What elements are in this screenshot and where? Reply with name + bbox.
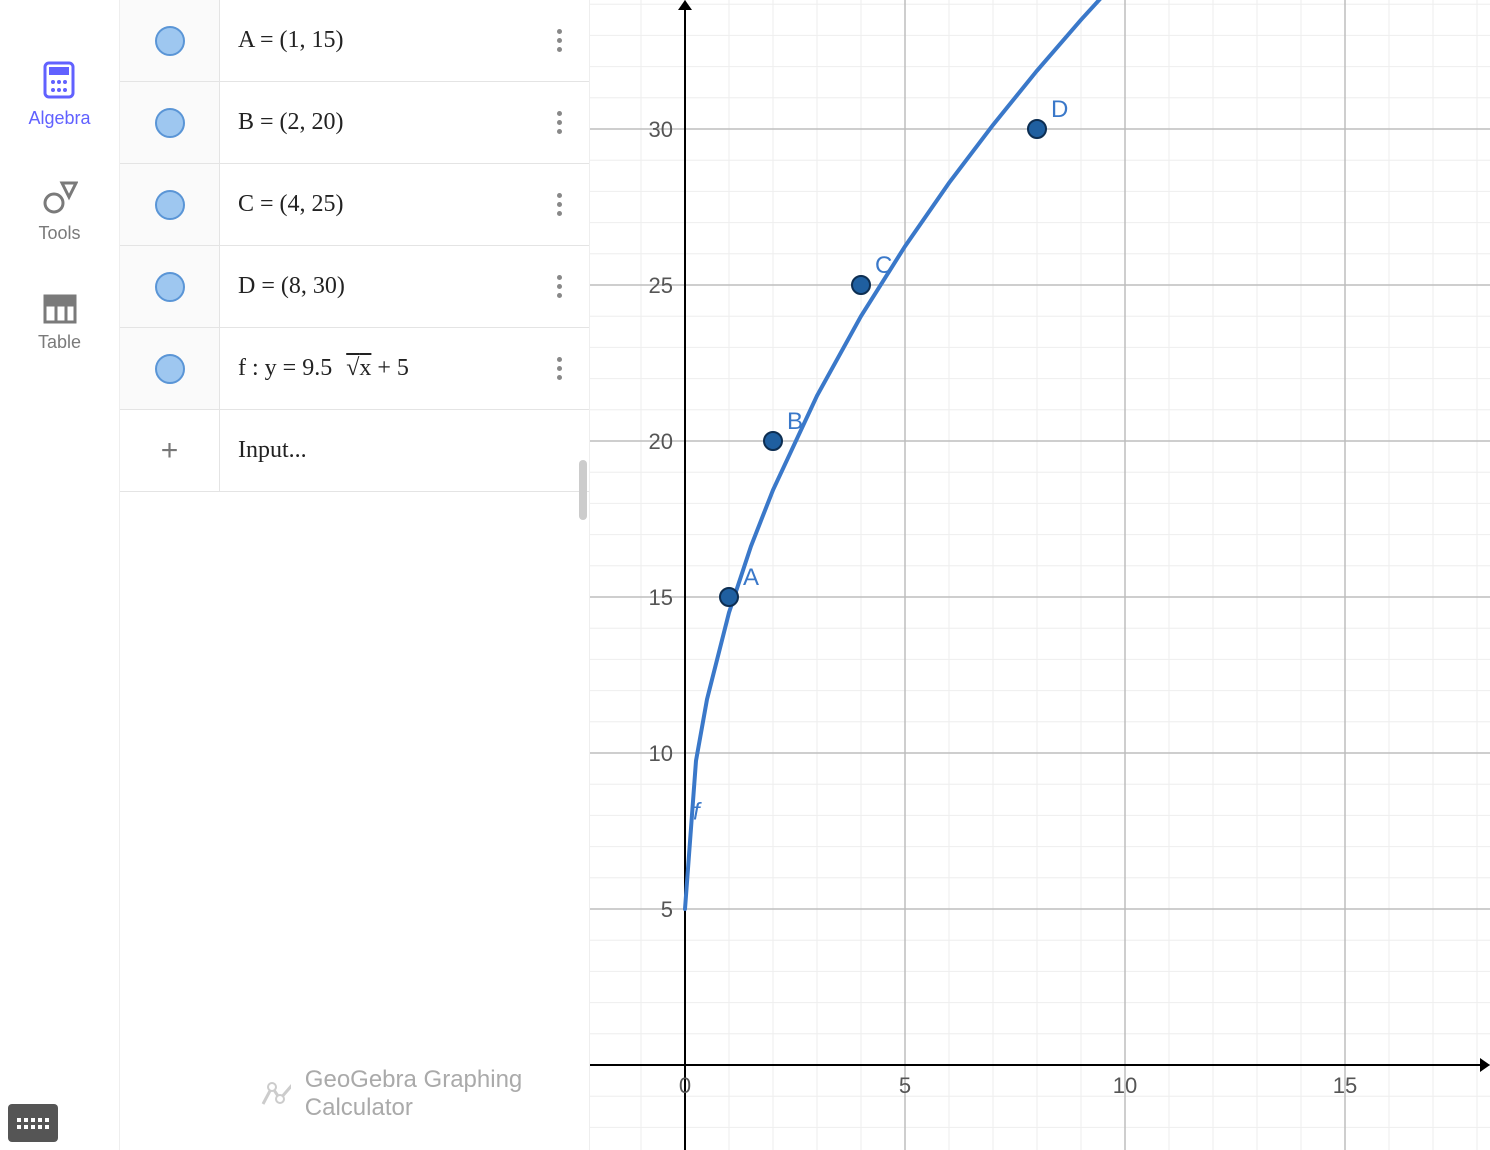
object-row-b[interactable]: B = (2, 20) [120,82,589,164]
tools-icon [42,179,78,215]
kebab-icon [557,275,562,298]
nav-table-label: Table [38,332,81,353]
row-label: A = (1, 15) [220,27,529,54]
func-sqrt: √x [338,355,371,381]
svg-text:5: 5 [661,897,673,922]
func-sqrt-arg: x [359,355,371,381]
svg-text:20: 20 [649,429,673,454]
row-label: D = (8, 30) [220,273,529,300]
nav-tools-label: Tools [38,223,80,244]
branding-icon [260,1079,291,1109]
svg-text:10: 10 [1113,1073,1137,1098]
kebab-icon [557,357,562,380]
table-icon [43,294,77,324]
svg-text:10: 10 [649,741,673,766]
visibility-toggle[interactable] [155,354,185,384]
visibility-cell [120,0,220,81]
visibility-toggle[interactable] [155,190,185,220]
object-row-c[interactable]: C = (4, 25) [120,164,589,246]
kebab-icon [557,193,562,216]
svg-text:15: 15 [1333,1073,1357,1098]
branding: GeoGebra Graphing Calculator [260,1066,589,1122]
row-menu-button[interactable] [529,29,589,52]
plus-icon[interactable]: + [161,434,179,468]
algebra-panel: A = (1, 15) B = (2, 20) C = (4, 25) D = … [120,0,590,1150]
svg-text:D: D [1051,96,1068,123]
visibility-toggle[interactable] [155,272,185,302]
svg-text:25: 25 [649,273,673,298]
row-menu-button[interactable] [529,357,589,380]
graph-area[interactable]: 0 5 10 15 5 10 15 20 25 30 f A B C D [590,0,1490,1150]
kebab-icon [557,111,562,134]
svg-text:A: A [743,564,759,591]
input-row[interactable]: + Input... [120,410,589,492]
object-row-a[interactable]: A = (1, 15) [120,0,589,82]
left-nav: Algebra Tools Table [0,0,120,1150]
input-field[interactable]: Input... [220,437,589,464]
svg-text:B: B [787,408,803,435]
svg-text:5: 5 [899,1073,911,1098]
row-menu-button[interactable] [529,193,589,216]
visibility-cell [120,246,220,327]
calculator-icon [42,60,76,100]
nav-algebra-label: Algebra [28,108,90,129]
visibility-toggle[interactable] [155,26,185,56]
object-row-f[interactable]: f : y = 9.5 √x + 5 [120,328,589,410]
add-cell: + [120,410,220,491]
svg-text:C: C [875,252,892,279]
svg-text:0: 0 [679,1073,691,1098]
func-prefix: f : y [238,355,277,381]
visibility-cell [120,164,220,245]
nav-table[interactable]: Table [38,294,81,353]
graph-svg: 0 5 10 15 5 10 15 20 25 30 f A B C D [590,0,1490,1150]
nav-algebra[interactable]: Algebra [28,60,90,129]
row-menu-button[interactable] [529,111,589,134]
branding-text: GeoGebra Graphing Calculator [305,1066,589,1122]
func-eq: = 9.5 [277,355,339,381]
visibility-cell [120,328,220,409]
scrollbar-handle[interactable] [579,460,587,520]
svg-text:30: 30 [649,117,673,142]
visibility-cell [120,82,220,163]
keyboard-icon [17,1118,49,1129]
keyboard-button[interactable] [8,1104,58,1142]
nav-tools[interactable]: Tools [38,179,80,244]
kebab-icon [557,29,562,52]
visibility-toggle[interactable] [155,108,185,138]
object-row-d[interactable]: D = (8, 30) [120,246,589,328]
func-tail: + 5 [371,355,409,381]
svg-text:15: 15 [649,585,673,610]
svg-text:f: f [693,798,702,825]
row-label: C = (4, 25) [220,191,529,218]
row-label: f : y = 9.5 √x + 5 [220,355,529,382]
row-menu-button[interactable] [529,275,589,298]
row-label: B = (2, 20) [220,109,529,136]
